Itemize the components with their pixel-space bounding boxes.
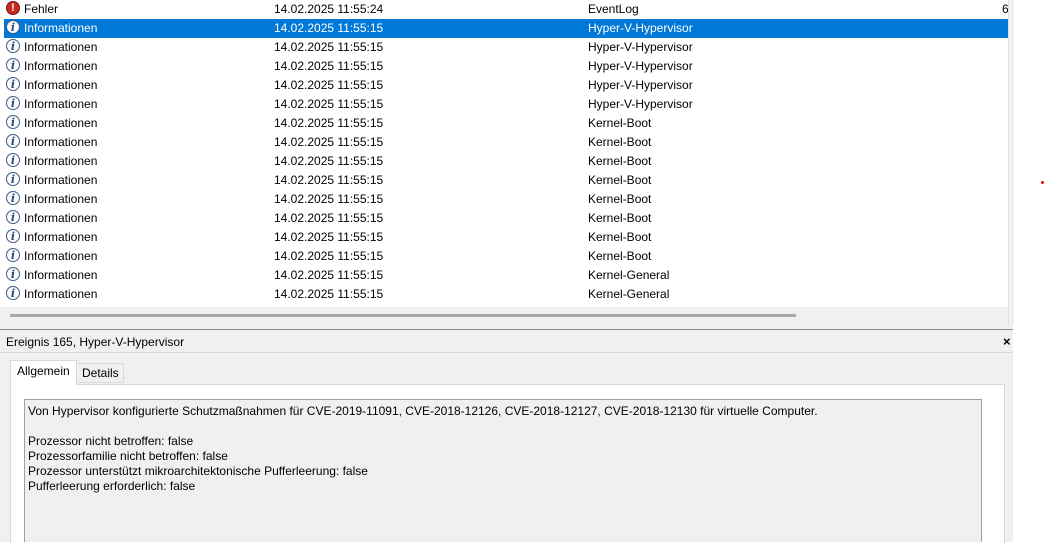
date-cell: 14.02.2025 11:55:15 (274, 268, 384, 282)
info-icon: i (6, 248, 20, 262)
date-cell: 14.02.2025 11:55:15 (274, 21, 384, 35)
source-cell: Kernel-General (588, 287, 670, 301)
level-cell: Informationen (24, 116, 98, 130)
source-cell: Kernel-Boot (588, 173, 652, 187)
event-description-box[interactable]: Von Hypervisor konfigurierte Schutzmaßna… (24, 399, 982, 542)
date-cell: 14.02.2025 11:55:15 (274, 97, 384, 111)
date-cell: 14.02.2025 11:55:15 (274, 249, 384, 263)
info-icon: i (6, 58, 20, 72)
level-cell: Informationen (24, 173, 98, 187)
error-icon: ! (6, 1, 20, 15)
description-line: Prozessorfamilie nicht betroffen: false (28, 449, 228, 463)
level-cell: Informationen (24, 78, 98, 92)
info-icon: i (6, 229, 20, 243)
date-cell: 14.02.2025 11:55:15 (274, 192, 384, 206)
tab-general[interactable]: Allgemein (10, 360, 77, 385)
level-cell: Informationen (24, 154, 98, 168)
date-cell: 14.02.2025 11:55:24 (274, 2, 384, 16)
description-line: Pufferleerung erforderlich: false (28, 479, 196, 493)
details-title: Ereignis 165, Hyper-V-Hypervisor (6, 335, 185, 349)
table-row[interactable]: i Informationen 14.02.2025 11:55:15 Kernel-… (4, 152, 1008, 171)
level-cell: Informationen (24, 211, 98, 225)
description-line: Von Hypervisor konfigurierte Schutzmaßna… (28, 404, 818, 418)
source-cell: Kernel-Boot (588, 211, 652, 225)
info-icon: i (6, 134, 20, 148)
source-cell: Kernel-Boot (588, 116, 652, 130)
info-icon: i (6, 96, 20, 110)
date-cell: 14.02.2025 11:55:15 (274, 40, 384, 54)
table-row[interactable]: i Informationen 14.02.2025 11:55:15 Kernel-… (4, 171, 1008, 190)
table-row[interactable]: i Informationen 14.02.2025 11:55:15 Kernel-… (4, 285, 1008, 304)
table-row[interactable]: i Informationen 14.02.2025 11:55:15 Hyper-V… (4, 19, 1008, 38)
divider (0, 352, 1013, 353)
date-cell: 14.02.2025 11:55:15 (274, 230, 384, 244)
info-icon: i (6, 172, 20, 186)
date-cell: 14.02.2025 11:55:15 (274, 287, 384, 301)
source-cell: Hyper-V-Hypervisor (588, 97, 693, 111)
level-cell: Informationen (24, 249, 98, 263)
source-cell: Hyper-V-Hypervisor (588, 78, 693, 92)
level-cell: Fehler (24, 2, 59, 16)
description-line: Prozessor nicht betroffen: false (28, 434, 194, 448)
source-cell: Kernel-Boot (588, 192, 652, 206)
level-cell: Informationen (24, 287, 98, 301)
date-cell: 14.02.2025 11:55:15 (274, 116, 384, 130)
table-row[interactable]: i Informationen 14.02.2025 11:55:15 Kernel-… (4, 247, 1008, 266)
event-list[interactable]: ! Fehler 14.02.2025 11:55:24 EventLog 6 i Info… (0, 0, 1013, 324)
level-cell: Informationen (24, 97, 98, 111)
level-cell: Informationen (24, 40, 98, 54)
table-row[interactable]: i Informationen 14.02.2025 11:55:15 Kernel-… (4, 266, 1008, 285)
tab-details[interactable]: Details (78, 363, 124, 383)
info-icon: i (6, 39, 20, 53)
close-icon[interactable]: × (1003, 334, 1011, 349)
info-icon: i (6, 77, 20, 91)
table-row[interactable]: i Informationen 14.02.2025 11:55:15 Kernel-… (4, 190, 1008, 209)
source-cell: Kernel-Boot (588, 154, 652, 168)
table-row[interactable]: i Informationen 14.02.2025 11:55:15 Hyper-V… (4, 76, 1008, 95)
info-icon: i (6, 191, 20, 205)
info-icon: i (6, 115, 20, 129)
source-cell: Kernel-Boot (588, 230, 652, 244)
level-cell: Informationen (24, 192, 98, 206)
source-cell: Hyper-V-Hypervisor (588, 21, 693, 35)
table-row[interactable]: ! Fehler 14.02.2025 11:55:24 EventLog 6 (4, 0, 1009, 19)
red-dot (1041, 181, 1044, 184)
horizontal-scrollbar-thumb[interactable] (10, 314, 796, 317)
description-line: Prozessor unterstützt mikroarchitektonis… (28, 464, 368, 478)
table-row[interactable]: i Informationen 14.02.2025 11:55:15 Kernel-… (4, 209, 1008, 228)
source-cell: Kernel-Boot (588, 249, 652, 263)
level-cell: Informationen (24, 59, 98, 73)
level-cell: Informationen (24, 135, 98, 149)
source-cell: Hyper-V-Hypervisor (588, 40, 693, 54)
table-row[interactable]: i Informationen 14.02.2025 11:55:15 Hyper-V… (4, 57, 1008, 76)
level-cell: Informationen (24, 21, 98, 35)
source-cell: Hyper-V-Hypervisor (588, 59, 693, 73)
table-row[interactable]: i Informationen 14.02.2025 11:55:15 Hyper-V… (4, 38, 1008, 57)
table-row[interactable]: i Informationen 14.02.2025 11:55:15 Hyper-V… (4, 95, 1008, 114)
source-cell: Kernel-General (588, 268, 670, 282)
info-icon: i (6, 20, 20, 34)
info-icon: i (6, 153, 20, 167)
date-cell: 14.02.2025 11:55:15 (274, 78, 384, 92)
date-cell: 14.02.2025 11:55:15 (274, 59, 384, 73)
table-row[interactable]: i Informationen 14.02.2025 11:55:15 Kernel-… (4, 228, 1008, 247)
vertical-scrollbar[interactable] (1008, 0, 1014, 324)
date-cell: 14.02.2025 11:55:15 (274, 173, 384, 187)
date-cell: 14.02.2025 11:55:15 (274, 211, 384, 225)
info-icon: i (6, 286, 20, 300)
date-cell: 14.02.2025 11:55:15 (274, 154, 384, 168)
table-row[interactable]: i Informationen 14.02.2025 11:55:15 Kernel-… (4, 114, 1008, 133)
info-icon: i (6, 267, 20, 281)
level-cell: Informationen (24, 268, 98, 282)
info-icon: i (6, 210, 20, 224)
table-row[interactable]: i Informationen 14.02.2025 11:55:15 Kernel-… (4, 133, 1008, 152)
source-cell: EventLog (588, 2, 639, 16)
date-cell: 14.02.2025 11:55:15 (274, 135, 384, 149)
source-cell: Kernel-Boot (588, 135, 652, 149)
level-cell: Informationen (24, 230, 98, 244)
